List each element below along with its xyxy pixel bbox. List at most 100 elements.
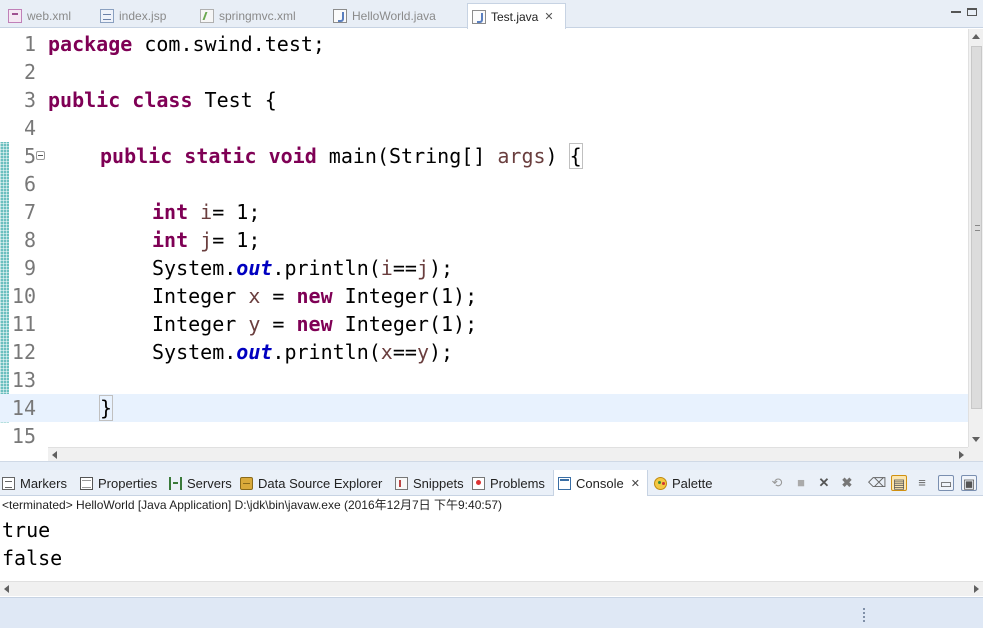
tab-servers[interactable]: Servers <box>169 470 232 496</box>
tab-springmvc-xml[interactable]: springmvc.xml <box>196 3 296 28</box>
tab-label: Markers <box>20 475 67 491</box>
editor-tab-bar: web.xml index.jsp springmvc.xml HelloWor… <box>0 0 983 29</box>
tab-problems[interactable]: Problems <box>472 470 545 496</box>
console-output-line: true <box>2 518 51 542</box>
maximize-icon[interactable] <box>967 8 977 16</box>
tab-label: Console <box>576 475 624 491</box>
line-number: 7 <box>23 200 36 224</box>
tab-data-source-explorer[interactable]: Data Source Explorer <box>240 470 382 496</box>
editor-horizontal-scrollbar[interactable] <box>48 447 968 461</box>
tab-console[interactable]: Console ✕ <box>553 470 648 496</box>
scroll-left-icon[interactable] <box>52 451 57 459</box>
line-number: 3 <box>23 88 36 112</box>
markers-icon <box>2 476 15 490</box>
current-code-line: 14 } <box>0 394 968 422</box>
tab-label: Test.java <box>491 9 539 24</box>
tab-label: index.jsp <box>119 8 167 23</box>
code-text: } <box>98 395 114 421</box>
code-line: 6 <box>0 170 968 198</box>
code-line: 1 package com.swind.test; <box>0 30 968 58</box>
tab-snippets[interactable]: Snippets <box>395 470 464 496</box>
scroll-right-icon[interactable] <box>974 585 979 593</box>
code-line: 11 Integer y = new Integer(1); <box>0 310 968 338</box>
line-number: 14 <box>11 396 36 420</box>
scrollbar-corner <box>968 447 983 461</box>
code-text: Integer y = new Integer(1); <box>152 312 478 336</box>
snippets-icon <box>395 476 408 490</box>
tab-properties[interactable]: Properties <box>80 470 157 496</box>
code-line: 4 <box>0 114 968 142</box>
code-line: 10 Integer x = new Integer(1); <box>0 282 968 310</box>
line-number: 9 <box>23 256 36 280</box>
word-wrap-icon[interactable]: ≡ <box>914 475 930 491</box>
console-output-line: false <box>2 546 63 570</box>
code-line: 15 <box>0 422 968 447</box>
scroll-lock-icon[interactable]: ▤ <box>891 475 907 491</box>
clear-console-icon[interactable]: ⌫ <box>868 475 886 491</box>
line-number: 1 <box>23 32 36 56</box>
status-bar-handle[interactable] <box>863 608 865 622</box>
code-editor[interactable]: 1 package com.swind.test; 2 3 public cla… <box>0 29 968 447</box>
tab-label: Problems <box>490 475 545 491</box>
scroll-left-icon[interactable] <box>4 585 9 593</box>
console-output[interactable]: true false <box>0 515 983 581</box>
code-line: 9 System.out.println(i==j); <box>0 254 968 282</box>
line-number: 12 <box>11 340 36 364</box>
line-number: 15 <box>11 424 36 447</box>
grip-icon <box>975 225 980 231</box>
code-text: Integer x = new Integer(1); <box>152 284 478 308</box>
tab-index-jsp[interactable]: index.jsp <box>96 3 166 28</box>
java-file-icon <box>333 8 347 23</box>
code-text: int j= 1; <box>152 228 261 252</box>
tab-label: HelloWorld.java <box>352 8 436 23</box>
line-number: 2 <box>23 60 36 84</box>
remove-launch-icon[interactable]: ✕ <box>816 475 832 491</box>
code-line: 12 System.out.println(x==y); <box>0 338 968 366</box>
console-icon <box>558 476 571 490</box>
close-icon[interactable]: ✕ <box>544 10 553 23</box>
spring-xml-file-icon <box>200 8 214 23</box>
code-text: public static void main(String[] args) { <box>100 143 583 169</box>
pin-console-icon[interactable]: ⟲ <box>769 475 785 491</box>
code-text: public class Test { <box>48 88 277 112</box>
palette-icon <box>654 476 667 490</box>
problems-icon <box>472 476 485 490</box>
tab-label: Snippets <box>413 475 464 491</box>
panel-splitter[interactable] <box>0 461 983 470</box>
terminate-icon[interactable]: ■ <box>793 475 809 491</box>
remove-all-terminated-icon[interactable]: ✖ <box>839 475 855 491</box>
tab-web-xml[interactable]: web.xml <box>4 3 71 28</box>
code-line: 5 public static void main(String[] args)… <box>0 142 968 170</box>
tab-markers[interactable]: Markers <box>2 470 67 496</box>
code-line: 2 <box>0 58 968 86</box>
tab-palette[interactable]: Palette <box>654 470 712 496</box>
line-number: 4 <box>23 116 36 140</box>
tab-label: web.xml <box>27 8 72 23</box>
open-console-icon[interactable]: ▣ <box>961 475 977 491</box>
line-number: 13 <box>11 368 36 392</box>
scroll-right-icon[interactable] <box>959 451 964 459</box>
line-number: 10 <box>11 284 36 308</box>
xml-file-icon <box>8 8 22 23</box>
fold-collapse-icon[interactable] <box>36 151 45 160</box>
display-selected-console-icon[interactable]: ▭ <box>938 475 954 491</box>
console-launch-description: <terminated> HelloWorld [Java Applicatio… <box>2 498 503 512</box>
tab-label: Data Source Explorer <box>258 475 383 491</box>
code-text: int i= 1; <box>152 200 261 224</box>
tab-label: Servers <box>187 475 232 491</box>
close-icon[interactable]: ✕ <box>631 477 640 490</box>
code-text: System.out.println(i==j); <box>152 256 454 280</box>
view-tab-bar: Markers Properties Servers Data Source E… <box>0 470 983 496</box>
tab-test-java[interactable]: Test.java ✕ <box>467 3 566 29</box>
tab-helloworld-java[interactable]: HelloWorld.java <box>329 3 436 28</box>
console-horizontal-scrollbar[interactable] <box>0 581 983 596</box>
scroll-up-icon[interactable] <box>972 34 980 39</box>
editor-vertical-scrollbar[interactable] <box>968 29 983 447</box>
code-line: 7 int i= 1; <box>0 198 968 226</box>
scrollbar-thumb[interactable] <box>971 46 982 409</box>
scroll-down-icon[interactable] <box>972 437 980 442</box>
minimize-icon[interactable] <box>951 8 961 13</box>
code-text: System.out.println(x==y); <box>152 340 454 364</box>
jsp-file-icon <box>100 8 114 23</box>
data-source-explorer-icon <box>240 476 253 490</box>
